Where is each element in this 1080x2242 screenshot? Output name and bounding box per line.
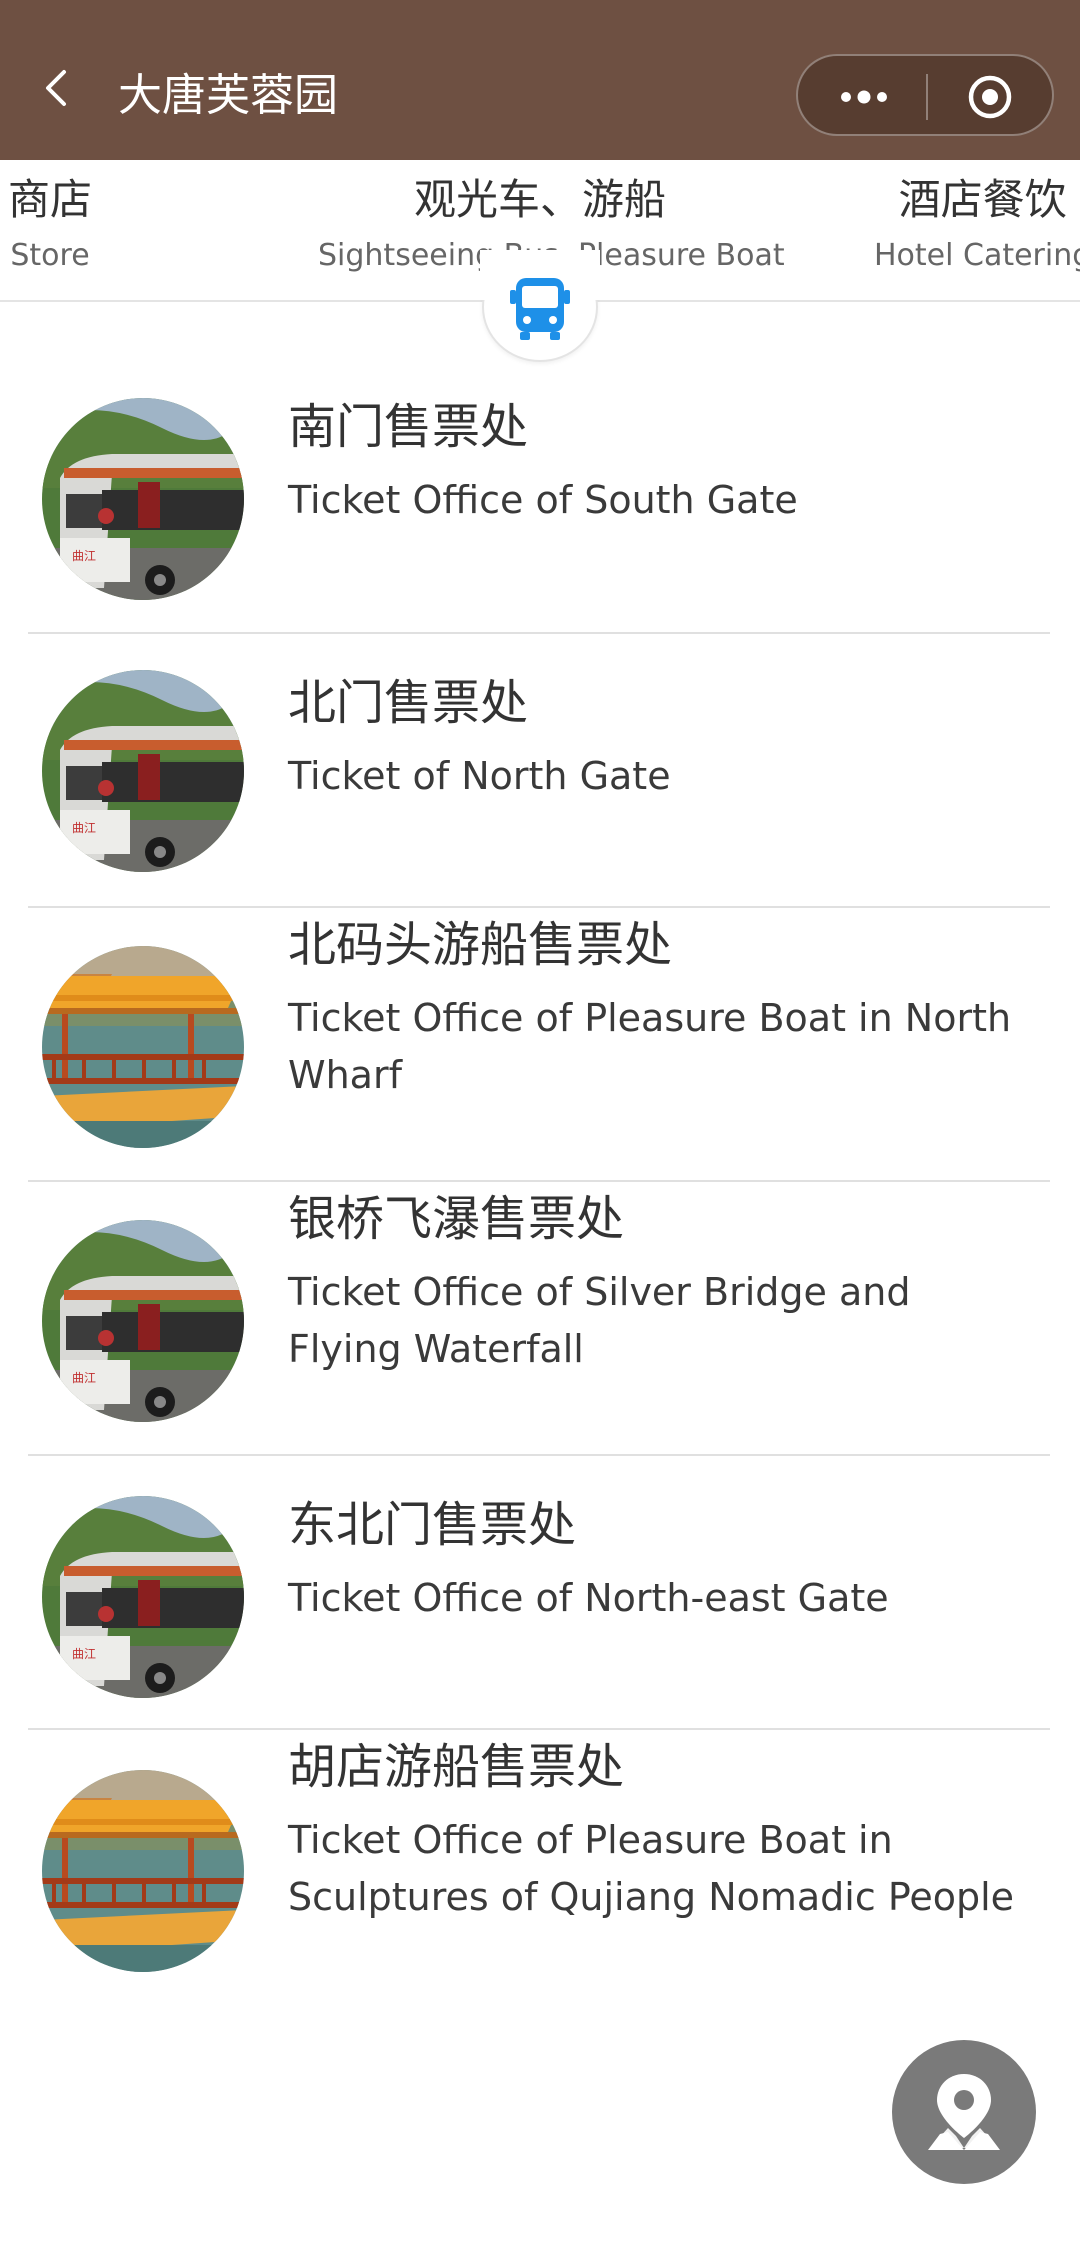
sightseeing-bus-thumbnail: 曲江 xyxy=(42,1496,244,1698)
list-item[interactable]: 北码头游船售票处 Ticket Office of Pleasure Boat … xyxy=(0,908,1080,1182)
item-title-en: Ticket Office of South Gate xyxy=(288,478,798,522)
tab-bus-cn: 观光车、游船 xyxy=(413,175,666,224)
page-title: 大唐芙蓉园 xyxy=(118,70,338,121)
tab-hotel-cn: 酒店餐饮 xyxy=(898,175,1067,224)
item-title-en: Ticket Office of North-east Gate xyxy=(288,1576,889,1620)
sightseeing-bus-thumbnail: 曲江 xyxy=(42,398,244,600)
item-title-cn: 胡店游船售票处 xyxy=(288,1739,625,1795)
pleasure-boat-thumbnail xyxy=(42,946,244,1148)
tab-store-en: Store xyxy=(10,238,90,273)
map-location-button[interactable] xyxy=(892,2040,1036,2184)
tab-hotel-en: Hotel Catering xyxy=(874,238,1080,273)
nav-header: 大唐芙蓉园 xyxy=(0,0,1080,160)
tab-store-cn: 商店 xyxy=(8,175,93,224)
item-title-cn: 北码头游船售票处 xyxy=(288,917,673,973)
list-item[interactable]: 胡店游船售票处 Ticket Office of Pleasure Boat i… xyxy=(0,1730,1080,2004)
sightseeing-bus-thumbnail: 曲江 xyxy=(42,1220,244,1422)
item-title-en: Ticket Office of Pleasure Boat in Sculpt… xyxy=(288,1818,1015,1919)
item-title-en: Ticket Office of Silver Bridge and Flyin… xyxy=(288,1270,911,1371)
tab-hotel-catering[interactable]: 酒店餐饮 Hotel Catering xyxy=(874,172,1080,276)
list-item[interactable]: 曲江 东北门售票处 Ticket Office of North-east Ga… xyxy=(0,1456,1080,1730)
svg-text:曲江: 曲江 xyxy=(72,549,96,563)
map-pin-icon xyxy=(928,2074,1000,2150)
item-title-en: Ticket Office of Pleasure Boat in North … xyxy=(288,996,1012,1097)
list-item[interactable]: 曲江 北门售票处 Ticket of North Gate xyxy=(0,634,1080,908)
pleasure-boat-thumbnail xyxy=(42,1770,244,1972)
bus-icon xyxy=(510,278,570,340)
mini-program-capsule xyxy=(796,54,1054,136)
item-title-cn: 南门售票处 xyxy=(288,399,529,455)
item-title-en: Ticket of North Gate xyxy=(288,754,671,798)
tab-store[interactable]: 商店 Store xyxy=(8,172,92,276)
close-target-icon[interactable] xyxy=(966,73,1014,121)
sightseeing-bus-thumbnail: 曲江 xyxy=(42,670,244,872)
svg-text:曲江: 曲江 xyxy=(72,1647,96,1661)
back-arrow-icon[interactable] xyxy=(36,66,80,110)
capsule-divider xyxy=(926,74,928,120)
item-title-cn: 东北门售票处 xyxy=(288,1497,577,1553)
svg-text:曲江: 曲江 xyxy=(72,821,96,835)
item-title-cn: 北门售票处 xyxy=(288,675,529,731)
item-title-cn: 银桥飞瀑售票处 xyxy=(288,1191,625,1247)
svg-text:曲江: 曲江 xyxy=(72,1371,96,1385)
more-dots-icon[interactable] xyxy=(834,78,894,116)
list-item[interactable]: 曲江 银桥飞瀑售票处 Ticket Office of Silver Bridg… xyxy=(0,1182,1080,1456)
